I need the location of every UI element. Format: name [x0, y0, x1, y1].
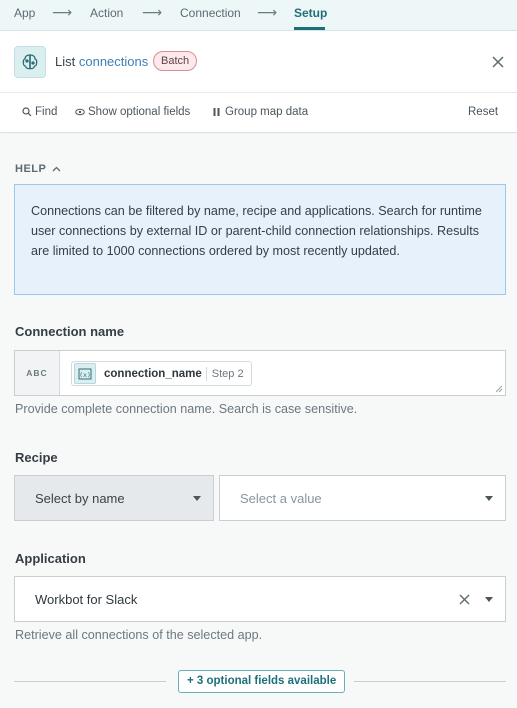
divider-left [14, 681, 166, 682]
recipe-label: Recipe [15, 450, 58, 465]
arrow-right-icon: ⟶ [257, 4, 278, 20]
step-app[interactable]: App [14, 6, 35, 20]
setup-form: HELP Connections can be filtered by name… [0, 134, 517, 708]
resize-handle-icon[interactable] [495, 385, 503, 393]
help-label: HELP [15, 163, 47, 175]
connection-name-input[interactable]: ABC (x) connection_name Step 2 [14, 350, 506, 396]
caret-down-icon [485, 597, 493, 602]
step-connection[interactable]: Connection [180, 6, 241, 20]
close-button[interactable] [489, 53, 507, 71]
recipe-value-select[interactable]: Select a value [219, 475, 506, 521]
caret-down-icon [193, 496, 201, 501]
help-toggle[interactable]: HELP [15, 163, 61, 175]
field-type-tag: ABC [15, 351, 60, 395]
arrow-right-icon: ⟶ [142, 4, 163, 20]
action-header: List connections Batch [0, 31, 517, 93]
application-label: Application [15, 551, 86, 566]
application-select[interactable]: Workbot for Slack [14, 576, 506, 622]
brain-app-icon [14, 46, 46, 78]
svg-text:(x): (x) [79, 371, 91, 379]
datapill-name: connection_name [104, 367, 202, 380]
datapill-step: Step 2 [205, 366, 251, 381]
step-setup[interactable]: Setup [294, 6, 327, 20]
title-object: connections [78, 54, 149, 69]
title-verb: List [55, 54, 76, 69]
close-icon [492, 56, 504, 68]
group-map-data-button[interactable]: Group map data [212, 106, 308, 118]
application-hint: Retrieve all connections of the selected… [15, 628, 263, 642]
toolbar: Find Show optional fields Group map data… [0, 93, 517, 133]
datapill[interactable]: (x) connection_name Step 2 [71, 361, 252, 386]
help-text: Connections can be filtered by name, rec… [14, 184, 506, 295]
action-title: List connections [55, 54, 148, 69]
show-optional-fields-label: Show optional fields [88, 106, 191, 118]
caret-down-icon [485, 496, 493, 501]
connection-name-label: Connection name [15, 324, 125, 339]
find-label: Find [35, 106, 58, 118]
recipe-mode-value: Select by name [35, 491, 125, 506]
recipe-placeholder: Select a value [240, 491, 322, 506]
columns-icon [213, 108, 220, 116]
group-map-data-label: Group map data [225, 106, 309, 118]
eye-icon [75, 108, 85, 116]
step-action[interactable]: Action [90, 6, 123, 20]
clear-icon[interactable] [459, 594, 470, 605]
step-bar: App ⟶ Action ⟶ Connection ⟶ Setup [0, 0, 517, 31]
show-optional-fields-button[interactable]: Show optional fields [75, 106, 190, 118]
batch-badge: Batch [153, 51, 198, 71]
arrow-right-icon: ⟶ [52, 4, 73, 20]
find-button[interactable]: Find [22, 106, 57, 118]
active-step-indicator [294, 27, 325, 30]
reset-label: Reset [468, 106, 499, 118]
application-value: Workbot for Slack [35, 592, 138, 607]
connection-name-hint: Provide complete connection name. Search… [15, 402, 358, 416]
divider-right [354, 681, 506, 682]
recipe-mode-select[interactable]: Select by name [14, 475, 214, 521]
variable-icon: (x) [74, 363, 96, 384]
optional-fields-button[interactable]: + 3 optional fields available [178, 670, 346, 693]
chevron-up-icon [52, 166, 61, 172]
reset-button[interactable]: Reset [468, 106, 498, 118]
search-icon [22, 107, 32, 117]
